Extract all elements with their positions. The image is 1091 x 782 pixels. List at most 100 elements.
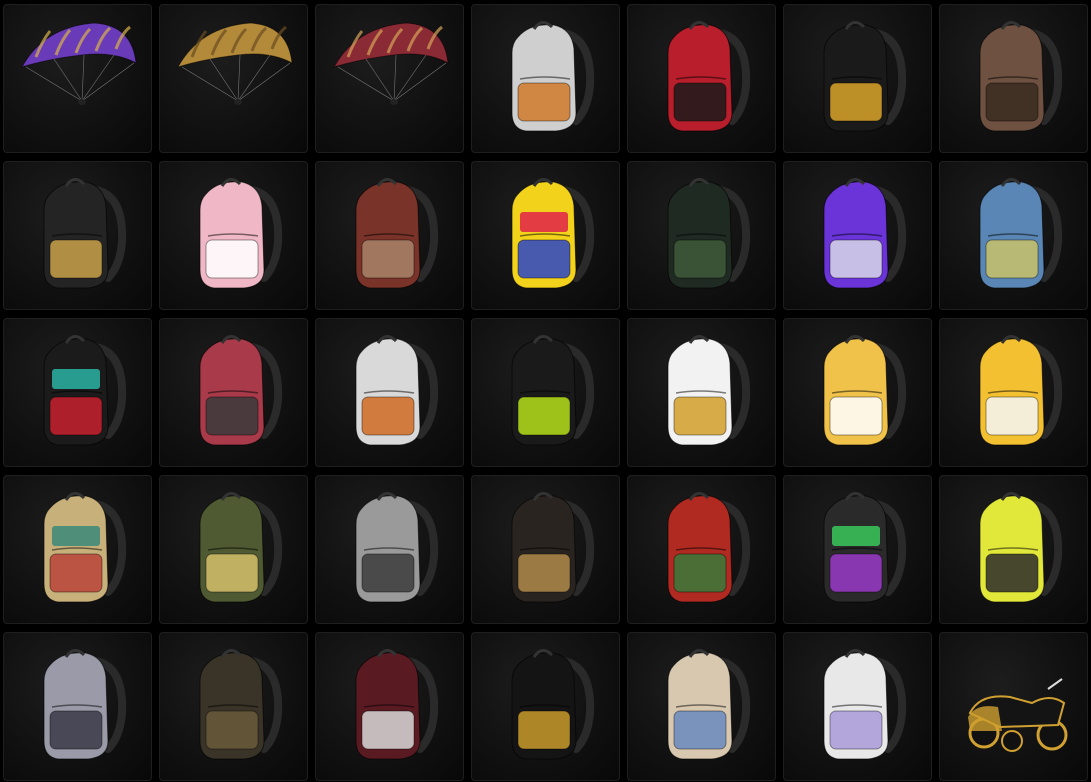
backpack-image	[979, 492, 1063, 603]
backpack-image	[199, 335, 283, 446]
item-tile-maroon-tactical-backpack[interactable]	[315, 161, 464, 310]
item-tile-crimson-pattern-parachute[interactable]	[315, 4, 464, 153]
backpack-icon	[43, 492, 127, 603]
item-tile-black-lime-backpack[interactable]	[471, 318, 620, 467]
backpack-image	[355, 335, 439, 446]
item-tile-purple-parachute[interactable]	[3, 4, 152, 153]
backpack-icon	[511, 178, 595, 289]
backpack-image	[511, 492, 595, 603]
item-tile-skeleton-backpack[interactable]	[315, 632, 464, 781]
item-tile-just-vibing-backpack[interactable]	[471, 161, 620, 310]
backpack-image	[355, 492, 439, 603]
backpack-image	[979, 335, 1063, 446]
item-tile-plaid-gnome-backpack[interactable]	[159, 318, 308, 467]
backpack-image	[511, 649, 595, 760]
item-tile-red-sticker-backpack[interactable]	[627, 4, 776, 153]
backpack-icon	[511, 649, 595, 760]
backpack-image	[199, 178, 283, 289]
backpack-icon	[199, 335, 283, 446]
parachute-image	[176, 22, 293, 105]
backpack-icon	[667, 492, 751, 603]
backpack-image	[823, 649, 907, 760]
item-tile-green-military-backpack[interactable]	[159, 475, 308, 624]
backpack-icon	[355, 335, 439, 446]
backpack-icon	[823, 492, 907, 603]
backpack-icon	[199, 649, 283, 760]
backpack-image	[511, 335, 595, 446]
backpack-icon	[667, 21, 751, 132]
backpack-icon	[667, 335, 751, 446]
item-tile-brown-leather-backpack[interactable]	[939, 4, 1088, 153]
item-tile-white-lavender-backpack[interactable]	[783, 632, 932, 781]
item-tile-gold-sidecar-motorcycle[interactable]	[939, 632, 1088, 781]
backpack-icon	[979, 178, 1063, 289]
backpack-icon	[43, 649, 127, 760]
backpack-image	[43, 492, 127, 603]
item-tile-black-leather-gold-backpack[interactable]	[471, 475, 620, 624]
item-tile-aztec-pattern-backpack[interactable]	[3, 475, 152, 624]
backpack-image	[511, 178, 595, 289]
item-tile-silver-sequin-backpack[interactable]	[3, 632, 152, 781]
backpack-image	[355, 178, 439, 289]
backpack-image	[979, 21, 1063, 132]
backpack-icon	[823, 649, 907, 760]
item-tile-neon-yellow-camo-backpack[interactable]	[939, 475, 1088, 624]
item-tile-black-gold-hex-backpack[interactable]	[471, 632, 620, 781]
item-tile-white-gold-stripe-backpack[interactable]	[627, 318, 776, 467]
item-tile-blue-camo-backpack[interactable]	[939, 161, 1088, 310]
backpack-icon	[355, 649, 439, 760]
backpack-icon	[43, 178, 127, 289]
item-tile-graffiti-pubg-backpack[interactable]	[3, 318, 152, 467]
backpack-image	[511, 21, 595, 132]
backpack-icon	[823, 21, 907, 132]
backpack-image	[823, 492, 907, 603]
item-tile-black-gold-backpack[interactable]	[783, 4, 932, 153]
item-tile-woven-bucket-bag[interactable]	[627, 632, 776, 781]
backpack-icon	[199, 178, 283, 289]
backpack-image	[43, 335, 127, 446]
backpack-image	[667, 649, 751, 760]
item-tile-red-tartan-backpack[interactable]	[627, 475, 776, 624]
backpack-icon	[43, 335, 127, 446]
backpack-icon	[979, 492, 1063, 603]
item-tile-dark-mesh-backpack[interactable]	[627, 161, 776, 310]
backpack-image	[823, 21, 907, 132]
parachute-icon	[332, 22, 449, 105]
backpack-image	[667, 21, 751, 132]
backpack-image	[667, 492, 751, 603]
backpack-image	[43, 649, 127, 760]
backpack-image	[667, 335, 751, 446]
parachute-image	[332, 22, 449, 105]
backpack-icon	[979, 335, 1063, 446]
item-tile-woodland-camo-backpack[interactable]	[159, 632, 308, 781]
inventory-grid	[3, 4, 1088, 781]
item-tile-white-orange-tactical-backpack[interactable]	[315, 318, 464, 467]
parachute-icon	[20, 22, 137, 105]
item-tile-gold-scar-parachute[interactable]	[159, 4, 308, 153]
parachute-icon	[176, 22, 293, 105]
item-tile-yellow-chevron-backpack[interactable]	[783, 318, 932, 467]
backpack-image	[823, 178, 907, 289]
item-tile-black-v-backpack[interactable]	[3, 161, 152, 310]
backpack-icon	[667, 649, 751, 760]
backpack-icon	[511, 21, 595, 132]
item-tile-comic-graffiti-backpack[interactable]	[783, 475, 932, 624]
backpack-icon	[511, 492, 595, 603]
backpack-image	[199, 492, 283, 603]
backpack-icon	[199, 492, 283, 603]
backpack-icon	[823, 178, 907, 289]
backpack-icon	[823, 335, 907, 446]
backpack-icon	[511, 335, 595, 446]
backpack-icon	[355, 178, 439, 289]
item-tile-purple-hex-backpack[interactable]	[783, 161, 932, 310]
item-tile-pink-bunny-backpack[interactable]	[159, 161, 308, 310]
backpack-image	[979, 178, 1063, 289]
item-tile-yellow-chick-backpack[interactable]	[939, 318, 1088, 467]
parachute-image	[20, 22, 137, 105]
item-tile-grey-camo-backpack[interactable]	[315, 475, 464, 624]
backpack-image	[199, 649, 283, 760]
backpack-icon	[667, 178, 751, 289]
backpack-image	[667, 178, 751, 289]
backpack-icon	[979, 21, 1063, 132]
item-tile-white-tactical-backpack[interactable]	[471, 4, 620, 153]
